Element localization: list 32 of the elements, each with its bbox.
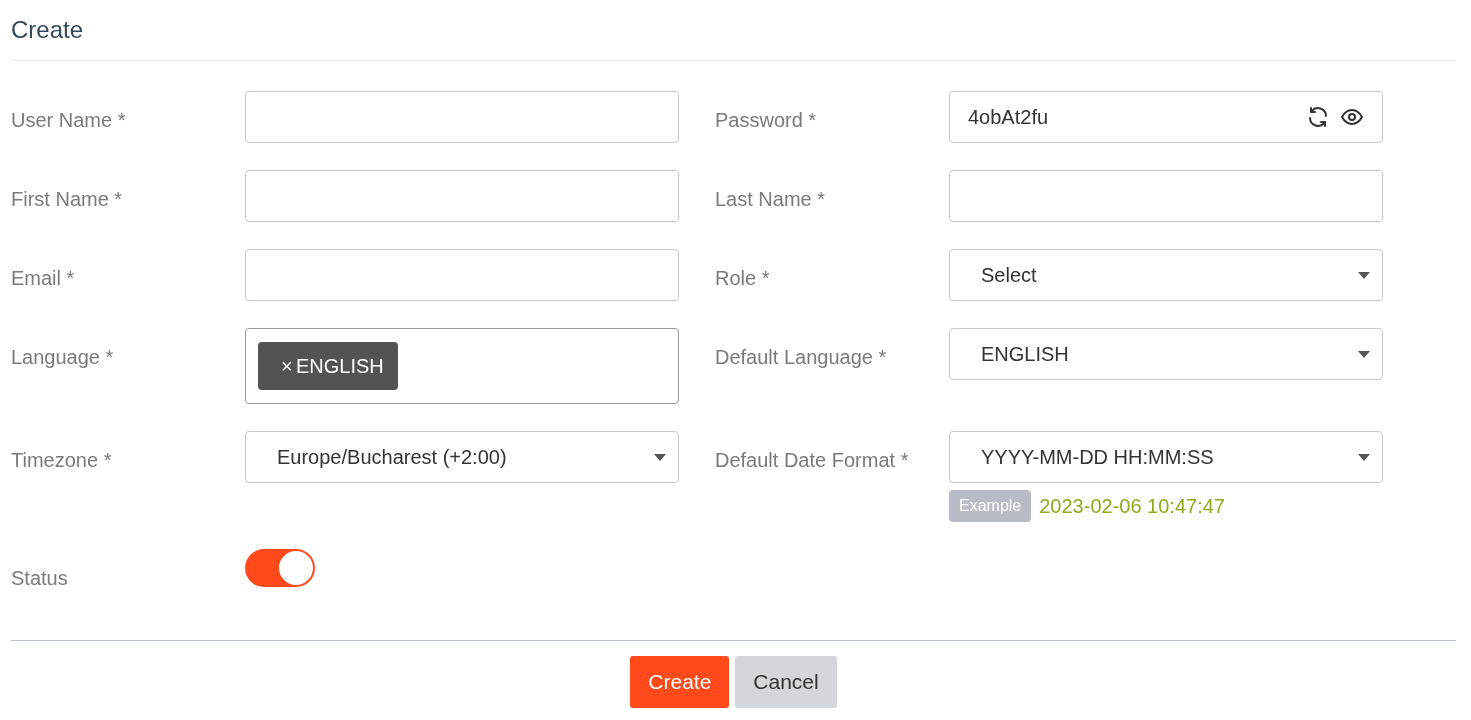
field-label: Language * [11,345,115,370]
caret-icon [654,453,666,461]
caret-icon [1358,350,1370,358]
tags-field[interactable]: × ENGLISH [245,328,679,404]
password-field[interactable]: 4obAt2fu [949,91,1383,143]
select-dropdown[interactable]: YYYY-MM-DD HH:MM:SS [949,431,1383,483]
field-label: First Name * [11,187,124,212]
text-field[interactable] [245,249,679,301]
example-badge: Example [949,490,1032,522]
field-label: Password * [715,108,818,133]
form-title: Create [11,15,85,45]
caret-icon [1358,271,1370,279]
text-field[interactable] [245,91,679,143]
field-label: Email * [11,266,76,291]
field-label: User Name * [11,108,127,133]
select-dropdown[interactable]: Select [949,249,1383,301]
example-date: 2023-02-06 10:47:47 [1039,494,1225,518]
language-tag[interactable]: × ENGLISH [258,342,398,390]
field-label: Role * [715,266,771,291]
select-dropdown[interactable]: Europe/Bucharest (+2:00) [245,431,679,483]
field-label: Status [11,566,69,591]
text-field[interactable] [949,170,1383,222]
field-label: Last Name * [715,187,827,212]
field-label: Default Language * [715,345,888,370]
status-toggle[interactable] [245,549,315,587]
select-dropdown[interactable]: ENGLISH [949,328,1383,380]
cancel-button[interactable]: Cancel [735,656,837,708]
field-label: Timezone * [11,448,113,473]
refresh-icon[interactable] [1306,105,1330,129]
caret-icon [1358,453,1370,461]
text-field[interactable] [245,170,679,222]
field-label: Default Date Format * [715,448,910,473]
